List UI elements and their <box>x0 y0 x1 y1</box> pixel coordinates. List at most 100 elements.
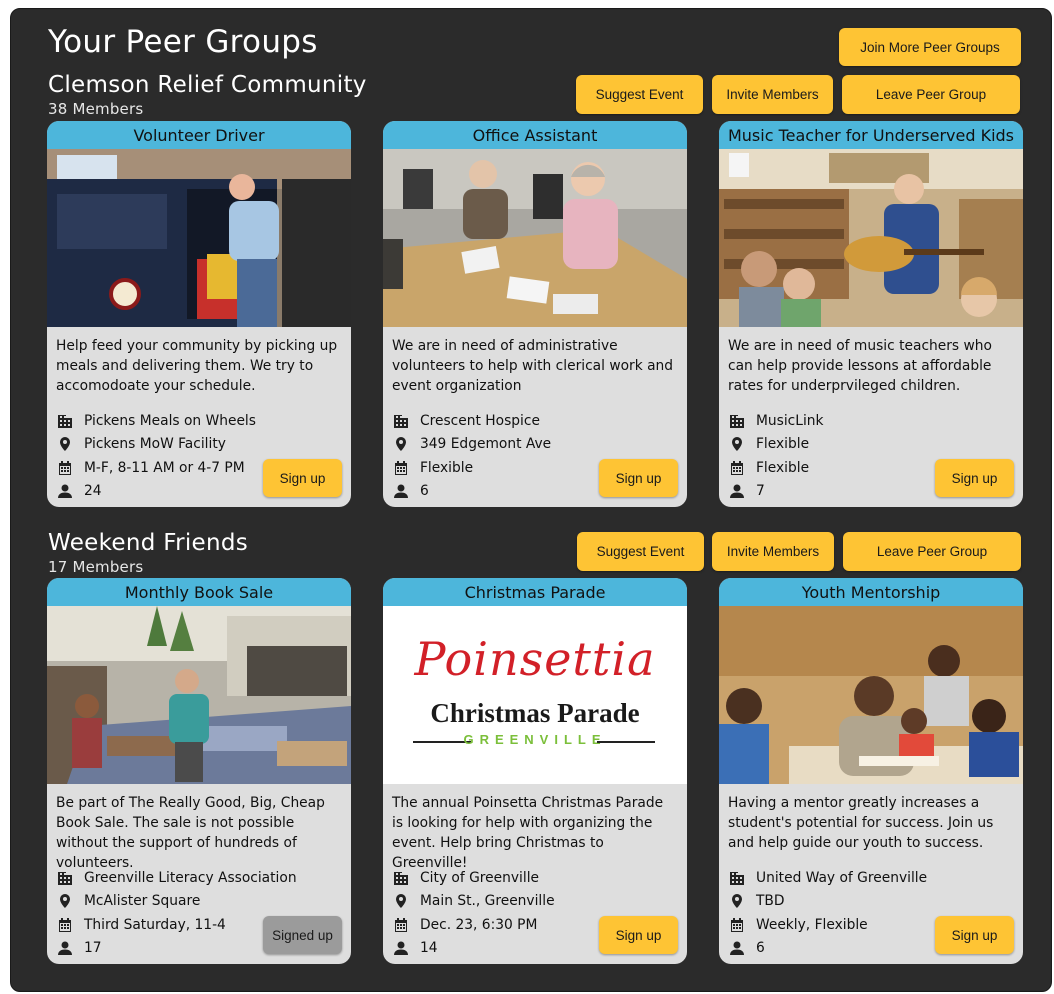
card-details: Crescent Hospice 349 Edgemont Ave Flexib… <box>393 409 603 503</box>
location-row: McAlister Square <box>57 890 267 914</box>
location-row: Flexible <box>729 433 939 457</box>
sign-up-button[interactable]: Sign up <box>599 459 678 497</box>
card-photo <box>47 606 351 784</box>
building-icon <box>58 414 72 428</box>
sign-up-button[interactable]: Sign up <box>935 916 1014 954</box>
person-icon <box>58 484 72 499</box>
volunteers-count: 6 <box>756 940 765 957</box>
join-more-peer-groups-button[interactable]: Join More Peer Groups <box>839 28 1021 66</box>
suggest-event-button[interactable]: Suggest Event <box>576 75 703 114</box>
location-row: Pickens MoW Facility <box>57 433 267 457</box>
sign-up-button[interactable]: Sign up <box>599 916 678 954</box>
organization-row: City of Greenville <box>393 866 603 890</box>
building-icon <box>394 414 408 428</box>
card-description: We are in need of music teachers who can… <box>728 338 992 394</box>
location-pin-icon <box>396 437 406 452</box>
location-label: McAlister Square <box>84 893 201 910</box>
card-photo <box>383 149 687 327</box>
organization-row: Crescent Hospice <box>393 409 603 433</box>
card-title: Volunteer Driver <box>47 121 351 149</box>
suggest-event-button[interactable]: Suggest Event <box>577 532 704 571</box>
invite-members-button[interactable]: Invite Members <box>712 532 834 571</box>
person-icon <box>394 941 408 956</box>
location-row: Main St., Greenville <box>393 890 603 914</box>
schedule-label: Third Saturday, 11-4 <box>84 916 226 933</box>
group-member-count: 17 Members <box>48 558 144 576</box>
opportunity-card: Christmas Parade Poinsettia Christmas Pa… <box>383 578 687 964</box>
location-pin-icon <box>732 894 742 909</box>
logo-christmas-parade: Christmas Parade <box>430 698 640 728</box>
card-details: United Way of Greenville TBD Weekly, Fle… <box>729 866 939 960</box>
parade-logo: Poinsettia Christmas Parade GREENVILLE <box>383 606 687 784</box>
location-label: Main St., Greenville <box>420 893 555 910</box>
card-title: Music Teacher for Underserved Kids <box>719 121 1023 149</box>
card-details: Pickens Meals on Wheels Pickens MoW Faci… <box>57 409 267 503</box>
opportunity-card: Youth Mentorship Having a mentor greatly… <box>719 578 1023 964</box>
organization-label: Greenville Literacy Association <box>84 869 297 886</box>
organization-label: Pickens Meals on Wheels <box>84 412 256 429</box>
card-details: Greenville Literacy Association McAliste… <box>57 866 297 961</box>
volunteers-row: 14 <box>393 937 603 961</box>
location-pin-icon <box>60 894 70 909</box>
card-details: City of Greenville Main St., Greenville … <box>393 866 603 960</box>
calendar-icon <box>731 460 743 475</box>
calendar-icon <box>731 917 743 932</box>
group-member-count: 38 Members <box>48 100 144 118</box>
card-description: Help feed your community by picking up m… <box>56 338 338 394</box>
opportunity-card: Volunteer Driver Help feed your communit… <box>47 121 351 507</box>
location-row: TBD <box>729 890 939 914</box>
calendar-icon <box>59 917 71 932</box>
card-description: The annual Poinsetta Christmas Parade is… <box>392 795 664 871</box>
logo-greenville: GREENVILLE <box>463 732 607 747</box>
card-description: We are in need of administrative volunte… <box>392 338 674 394</box>
page-title: Your Peer Groups <box>48 24 318 60</box>
sign-up-button[interactable]: Sign up <box>263 459 342 497</box>
card-photo: Poinsettia Christmas Parade GREENVILLE <box>383 606 687 784</box>
group-name: Weekend Friends <box>48 530 249 556</box>
volunteers-count: 14 <box>420 940 438 957</box>
schedule-row: Dec. 23, 6:30 PM <box>393 913 603 937</box>
building-icon <box>730 871 744 885</box>
location-label: Pickens MoW Facility <box>84 436 226 453</box>
volunteers-row: 7 <box>729 480 939 504</box>
location-pin-icon <box>60 437 70 452</box>
schedule-row: Third Saturday, 11-4 <box>57 913 267 937</box>
card-description: Be part of The Really Good, Big, Cheap B… <box>56 795 325 871</box>
volunteers-count: 17 <box>84 940 102 957</box>
schedule-label: Weekly, Flexible <box>756 916 868 933</box>
invite-members-button[interactable]: Invite Members <box>712 75 833 114</box>
sign-up-button[interactable]: Sign up <box>935 459 1014 497</box>
schedule-row: Weekly, Flexible <box>729 913 939 937</box>
opportunity-card: Monthly Book Sale Be part of The Really … <box>47 578 351 964</box>
card-title: Christmas Parade <box>383 578 687 606</box>
person-icon <box>730 941 744 956</box>
organization-label: City of Greenville <box>420 869 540 886</box>
building-icon <box>394 871 408 885</box>
schedule-row: Flexible <box>729 456 939 480</box>
card-photo <box>719 149 1023 327</box>
organization-row: Greenville Literacy Association <box>57 866 297 890</box>
organization-label: Crescent Hospice <box>420 412 540 429</box>
volunteers-row: 17 <box>57 937 267 961</box>
schedule-row: Flexible <box>393 456 603 480</box>
organization-label: MusicLink <box>756 412 824 429</box>
location-pin-icon <box>732 437 742 452</box>
volunteers-row: 6 <box>729 937 939 961</box>
calendar-icon <box>395 917 407 932</box>
volunteers-count: 7 <box>756 483 765 500</box>
signed-up-button[interactable]: Signed up <box>263 916 342 954</box>
schedule-row: M-F, 8-11 AM or 4-7 PM <box>57 456 267 480</box>
location-label: TBD <box>756 893 785 910</box>
leave-peer-group-button[interactable]: Leave Peer Group <box>842 75 1020 114</box>
volunteers-count: 24 <box>84 483 102 500</box>
calendar-icon <box>395 460 407 475</box>
calendar-icon <box>59 460 71 475</box>
schedule-label: Dec. 23, 6:30 PM <box>420 916 538 933</box>
leave-peer-group-button[interactable]: Leave Peer Group <box>843 532 1021 571</box>
card-photo <box>47 149 351 327</box>
building-icon <box>58 871 72 885</box>
volunteers-count: 6 <box>420 483 429 500</box>
card-title: Youth Mentorship <box>719 578 1023 606</box>
card-title: Monthly Book Sale <box>47 578 351 606</box>
card-title: Office Assistant <box>383 121 687 149</box>
